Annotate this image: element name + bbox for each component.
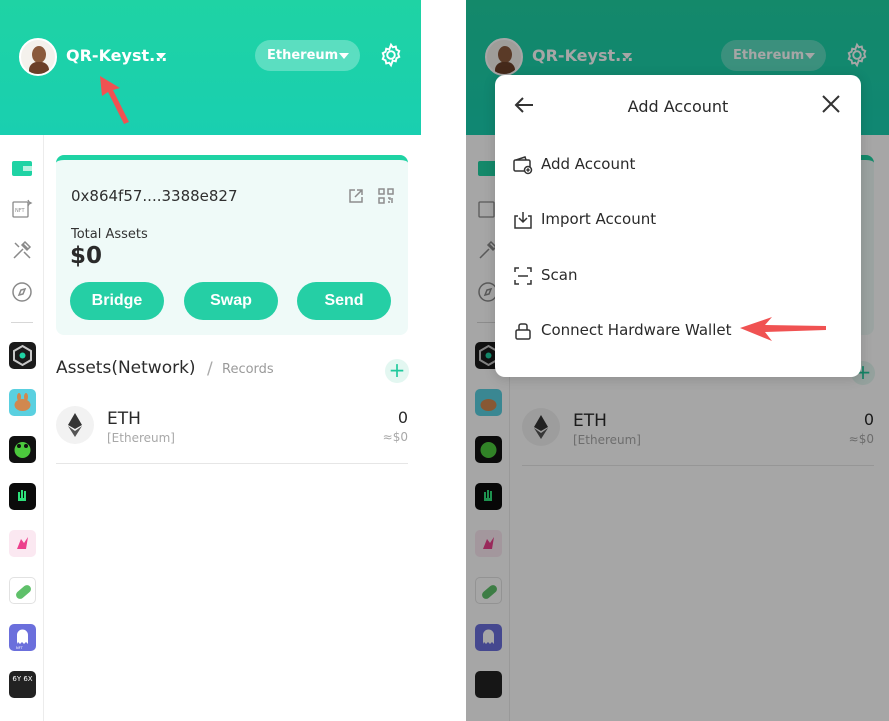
swap-button[interactable]: Swap — [184, 282, 278, 320]
hand-dapp-icon[interactable] — [9, 483, 36, 510]
tab-separator: / — [207, 359, 213, 379]
account-avatar[interactable] — [19, 38, 57, 76]
import-icon — [514, 212, 532, 229]
wallet-address[interactable]: 0x864f57....3388e827 — [71, 187, 238, 205]
account-card: 0x864f57....3388e827 Total Assets $0 Bri… — [56, 155, 408, 335]
ghost-dapp-icon[interactable]: NFT — [9, 624, 36, 651]
frog-dapp-icon[interactable] — [9, 436, 36, 463]
wallet-add-icon — [513, 156, 533, 175]
token-symbol: ETH — [107, 409, 141, 429]
menu-item-add-account[interactable]: Add Account — [513, 150, 833, 180]
nft-icon[interactable]: NFT — [11, 198, 33, 220]
token-network: [Ethereum] — [107, 431, 175, 445]
token-usd-value: ≈$0 — [382, 430, 408, 444]
svg-text:NFT: NFT — [16, 646, 24, 650]
assets-network-tab[interactable]: Assets(Network) — [56, 358, 196, 378]
annotation-arrow-icon — [740, 317, 826, 341]
bridge-button[interactable]: Bridge — [70, 282, 164, 320]
pancakeswap-icon[interactable] — [9, 389, 36, 416]
wallet-header: QR-Keyst... Ethereum — [0, 0, 421, 135]
annotation-arrow-icon — [100, 76, 129, 124]
total-assets-label: Total Assets — [71, 227, 148, 242]
wallet-icon[interactable] — [11, 157, 33, 179]
chevron-down-icon — [339, 53, 349, 59]
close-icon[interactable] — [821, 94, 841, 114]
account-dropdown-icon[interactable] — [156, 53, 166, 59]
svg-text:NFT: NFT — [15, 208, 26, 214]
account-name[interactable]: QR-Keyst... — [66, 46, 167, 65]
token-amount: 0 — [397, 408, 408, 427]
sidebar: NFT NFT 6Y 6X — [0, 135, 44, 721]
dapp-icon-1[interactable] — [9, 342, 36, 369]
wallet-home-panel: QR-Keyst... Ethereum NFT NFT 6Y 6X 0x864… — [0, 0, 421, 721]
6y6x-label: 6Y 6X — [12, 675, 33, 683]
menu-item-label: Scan — [541, 266, 578, 284]
records-tab[interactable]: Records — [222, 362, 274, 377]
token-row[interactable]: ETH [Ethereum] 0 ≈$0 — [56, 400, 408, 464]
menu-item-label: Add Account — [541, 155, 636, 173]
qr-code-icon[interactable] — [377, 187, 395, 205]
sidebar-divider — [11, 322, 33, 323]
6y6x-dapp-icon[interactable]: 6Y 6X — [9, 671, 36, 698]
network-selector[interactable]: Ethereum — [255, 40, 360, 71]
add-account-panel: QR-Keyst... Ethereum + ETH [Ethereum] 0 … — [466, 0, 889, 721]
menu-item-label: Import Account — [541, 210, 657, 228]
add-token-button[interactable]: + — [385, 359, 409, 383]
scan-icon — [514, 267, 532, 285]
menu-item-scan[interactable]: Scan — [513, 261, 833, 291]
modal-title: Add Account — [627, 97, 729, 116]
external-link-icon[interactable] — [347, 187, 365, 205]
tools-icon[interactable] — [11, 239, 33, 261]
hardware-wallet-icon — [515, 323, 531, 340]
settings-gear-icon[interactable] — [378, 42, 404, 68]
menu-item-import-account[interactable]: Import Account — [513, 205, 833, 235]
menu-item-label: Connect Hardware Wallet — [541, 321, 732, 339]
send-button[interactable]: Send — [297, 282, 391, 320]
unicorn-dapp-icon[interactable] — [9, 530, 36, 557]
eth-icon — [56, 406, 94, 444]
total-assets-value: $0 — [70, 243, 103, 269]
pill-dapp-icon[interactable] — [9, 577, 36, 604]
network-label: Ethereum — [267, 48, 339, 63]
compass-icon[interactable] — [11, 281, 33, 303]
